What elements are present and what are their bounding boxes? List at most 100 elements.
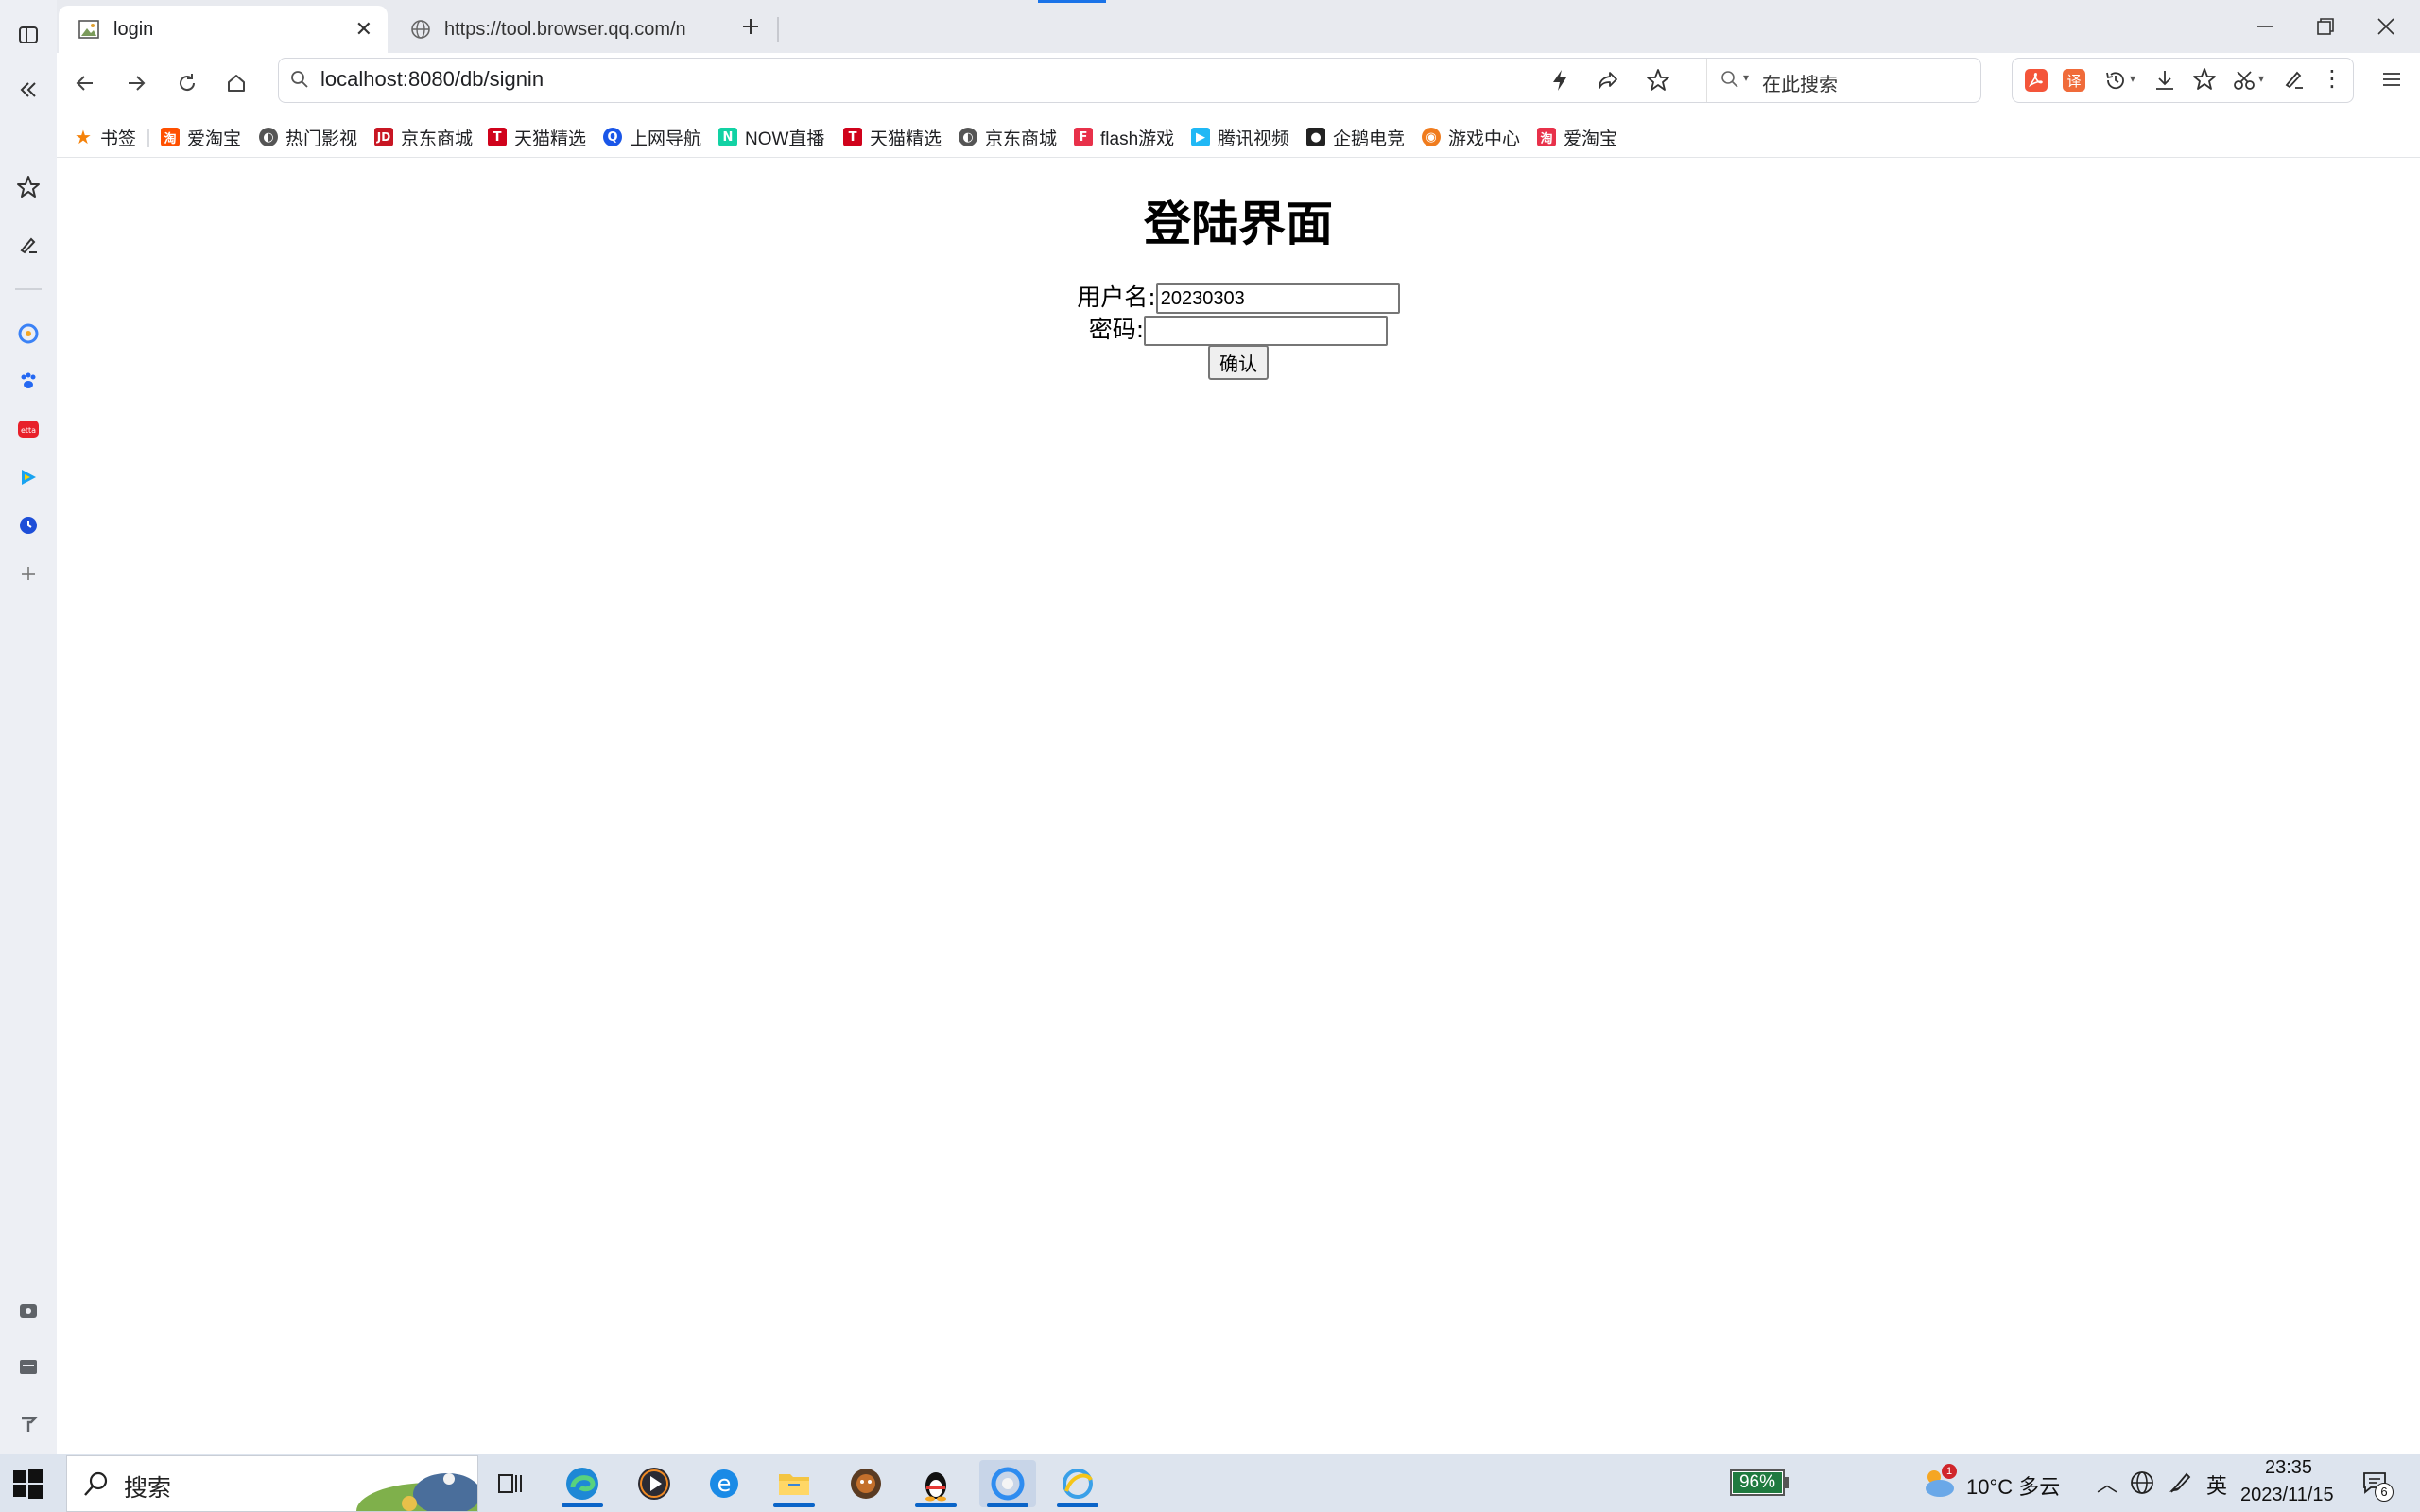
download-icon[interactable] [2152,68,2177,97]
search-engine-box[interactable]: ▾ 在此搜索 [1706,59,1981,102]
pen-input-icon[interactable] [2169,1469,2193,1499]
collapse-icon[interactable] [14,76,43,104]
reload-icon [180,74,196,92]
favorites-star-icon[interactable] [14,173,43,201]
home-icon [228,75,245,92]
bookmark-item[interactable]: ◉ 游戏中心 [1422,123,1520,151]
reload-button[interactable] [166,62,208,104]
search-placeholder: 在此搜索 [1762,75,1838,95]
translate-icon[interactable]: 译 [2062,68,2086,97]
submit-button[interactable]: 确认 [1208,345,1269,380]
minimize-button[interactable] [2237,8,2293,45]
bookmark-label: 爱淘宝 [1564,129,1618,149]
notification-center-icon[interactable]: 6 [2361,1469,2394,1502]
bookmark-item[interactable]: JD 京东商城 [374,123,473,151]
bookmark-label: flash游戏 [1100,129,1175,149]
bookmark-item[interactable]: ▶ 腾讯视频 [1191,123,1289,151]
history-icon[interactable] [2103,68,2128,97]
more-vertical-icon[interactable]: ⋮ [2321,68,2343,91]
bookmark-item[interactable]: 淘 爱淘宝 [161,123,241,151]
bookmark-item[interactable]: Q 上网导航 [603,123,701,151]
bookmark-item[interactable]: T 天猫精选 [488,123,586,151]
main-menu-button[interactable] [2375,62,2409,96]
task-view-button[interactable] [482,1460,539,1507]
network-globe-icon[interactable] [2129,1469,2155,1501]
page-favicon-icon [78,18,100,41]
clock-app-icon[interactable] [14,511,43,540]
taskbar-app-360[interactable] [1049,1460,1106,1507]
favorites-star-icon[interactable] [2192,67,2217,96]
bookmark-item[interactable]: ◐ 京东商城 [959,123,1057,151]
new-tab-button[interactable] [730,9,771,43]
svg-text:e: e [717,1470,732,1497]
bookmark-star-icon[interactable] [1646,68,1670,97]
clock-date[interactable]: 2023/11/15 [2240,1485,2334,1506]
battery-indicator[interactable]: 96% [1730,1468,1790,1498]
svg-text:译: 译 [2066,73,2081,90]
taskbar-app-player[interactable] [626,1460,683,1507]
chevron-down-icon[interactable]: ▾ [2130,72,2135,85]
bookmark-item[interactable]: 淘 爱淘宝 [1537,123,1617,151]
taskbar-app-ie[interactable]: e [696,1460,752,1507]
back-button[interactable] [64,62,106,104]
taskbar-app-game[interactable] [838,1460,894,1507]
input-method-indicator[interactable]: 英 [2206,1469,2227,1500]
tab-login[interactable]: login ✕ [59,6,388,53]
bookmark-item[interactable]: ★ 书签 [74,123,136,151]
plus-icon [743,19,758,34]
tab-tool-browser[interactable]: https://tool.browser.qq.com/n [395,6,779,53]
bookmarks-bar: ★ 书签 淘 爱淘宝 ◐ 热门影视 JD 京东商城 T 天猫精选 Q 上网导航 … [57,117,2420,158]
bookmark-item[interactable]: ◐ 热门影视 [259,123,357,151]
baidu-paw-icon[interactable] [14,367,43,395]
qq-browser-app-icon[interactable] [14,319,43,348]
add-app-icon[interactable] [14,559,43,588]
tencent-video-icon[interactable] [14,463,43,491]
battery-percent: 96% [1738,1472,1776,1492]
close-window-button[interactable] [2358,8,2414,45]
restore-button[interactable] [2297,8,2354,45]
home-button[interactable] [216,62,257,104]
address-bar[interactable]: localhost:8080/db/signin ▾ 在此搜索 [278,58,1981,103]
weather-text[interactable]: 10°C 多云 [1966,1470,2060,1501]
close-tab-icon[interactable]: ✕ [355,17,372,42]
weather-alert-badge: 1 [1942,1464,1957,1479]
screenshot-scissors-icon[interactable] [2232,68,2256,97]
bookmark-item[interactable]: T 天猫精选 [843,123,942,151]
pen-note-icon[interactable] [2283,68,2306,95]
chevron-up-icon[interactable]: ︿ [2097,1468,2118,1498]
taskbar-app-explorer[interactable] [766,1460,822,1507]
edge-browser-icon [566,1468,598,1500]
pdf-tool-icon[interactable] [2024,68,2048,97]
tab-strip: login ✕ https://tool.browser.qq.com/n [57,0,2420,53]
username-input[interactable] [1155,284,1400,314]
weather-cloud-icon[interactable]: 1 [1919,1464,1957,1504]
sidebar-toggle-icon[interactable] [14,21,43,49]
pin-tool-icon[interactable] [14,1409,43,1437]
url-text[interactable]: localhost:8080/db/signin [320,67,544,92]
chevron-down-icon[interactable]: ▾ [2258,72,2264,85]
lightning-icon[interactable] [1549,69,1570,96]
chevron-down-icon[interactable]: ▾ [1743,71,1749,84]
bookmark-divider [147,129,149,147]
ie-browser-icon: e [710,1469,738,1498]
photo-app-icon[interactable] [14,1297,43,1325]
taskbar-app-qq[interactable] [908,1460,964,1507]
password-input[interactable] [1144,316,1389,346]
share-icon[interactable] [1597,69,1619,96]
taskbar-search[interactable]: 搜索 [66,1455,478,1512]
password-row: 密码: [57,311,2420,346]
esports-icon: ● [1306,128,1325,146]
video-app-icon[interactable]: etta [14,415,43,443]
pen-note-icon[interactable] [14,231,43,259]
bookmark-item[interactable]: ● 企鹅电竞 [1306,123,1405,151]
start-button[interactable] [11,1468,43,1500]
clock-time[interactable]: 23:35 [2265,1457,2312,1479]
media-player-icon [638,1468,670,1500]
taskbar-app-qq-browser[interactable] [979,1460,1036,1507]
bookmark-item[interactable]: F flash游戏 [1074,123,1174,151]
calendar-app-icon[interactable] [14,1352,43,1381]
tab-title: login [113,18,154,40]
forward-button[interactable] [115,62,157,104]
taskbar-app-edge[interactable] [554,1460,611,1507]
bookmark-item[interactable]: N NOW直播 [718,123,824,151]
